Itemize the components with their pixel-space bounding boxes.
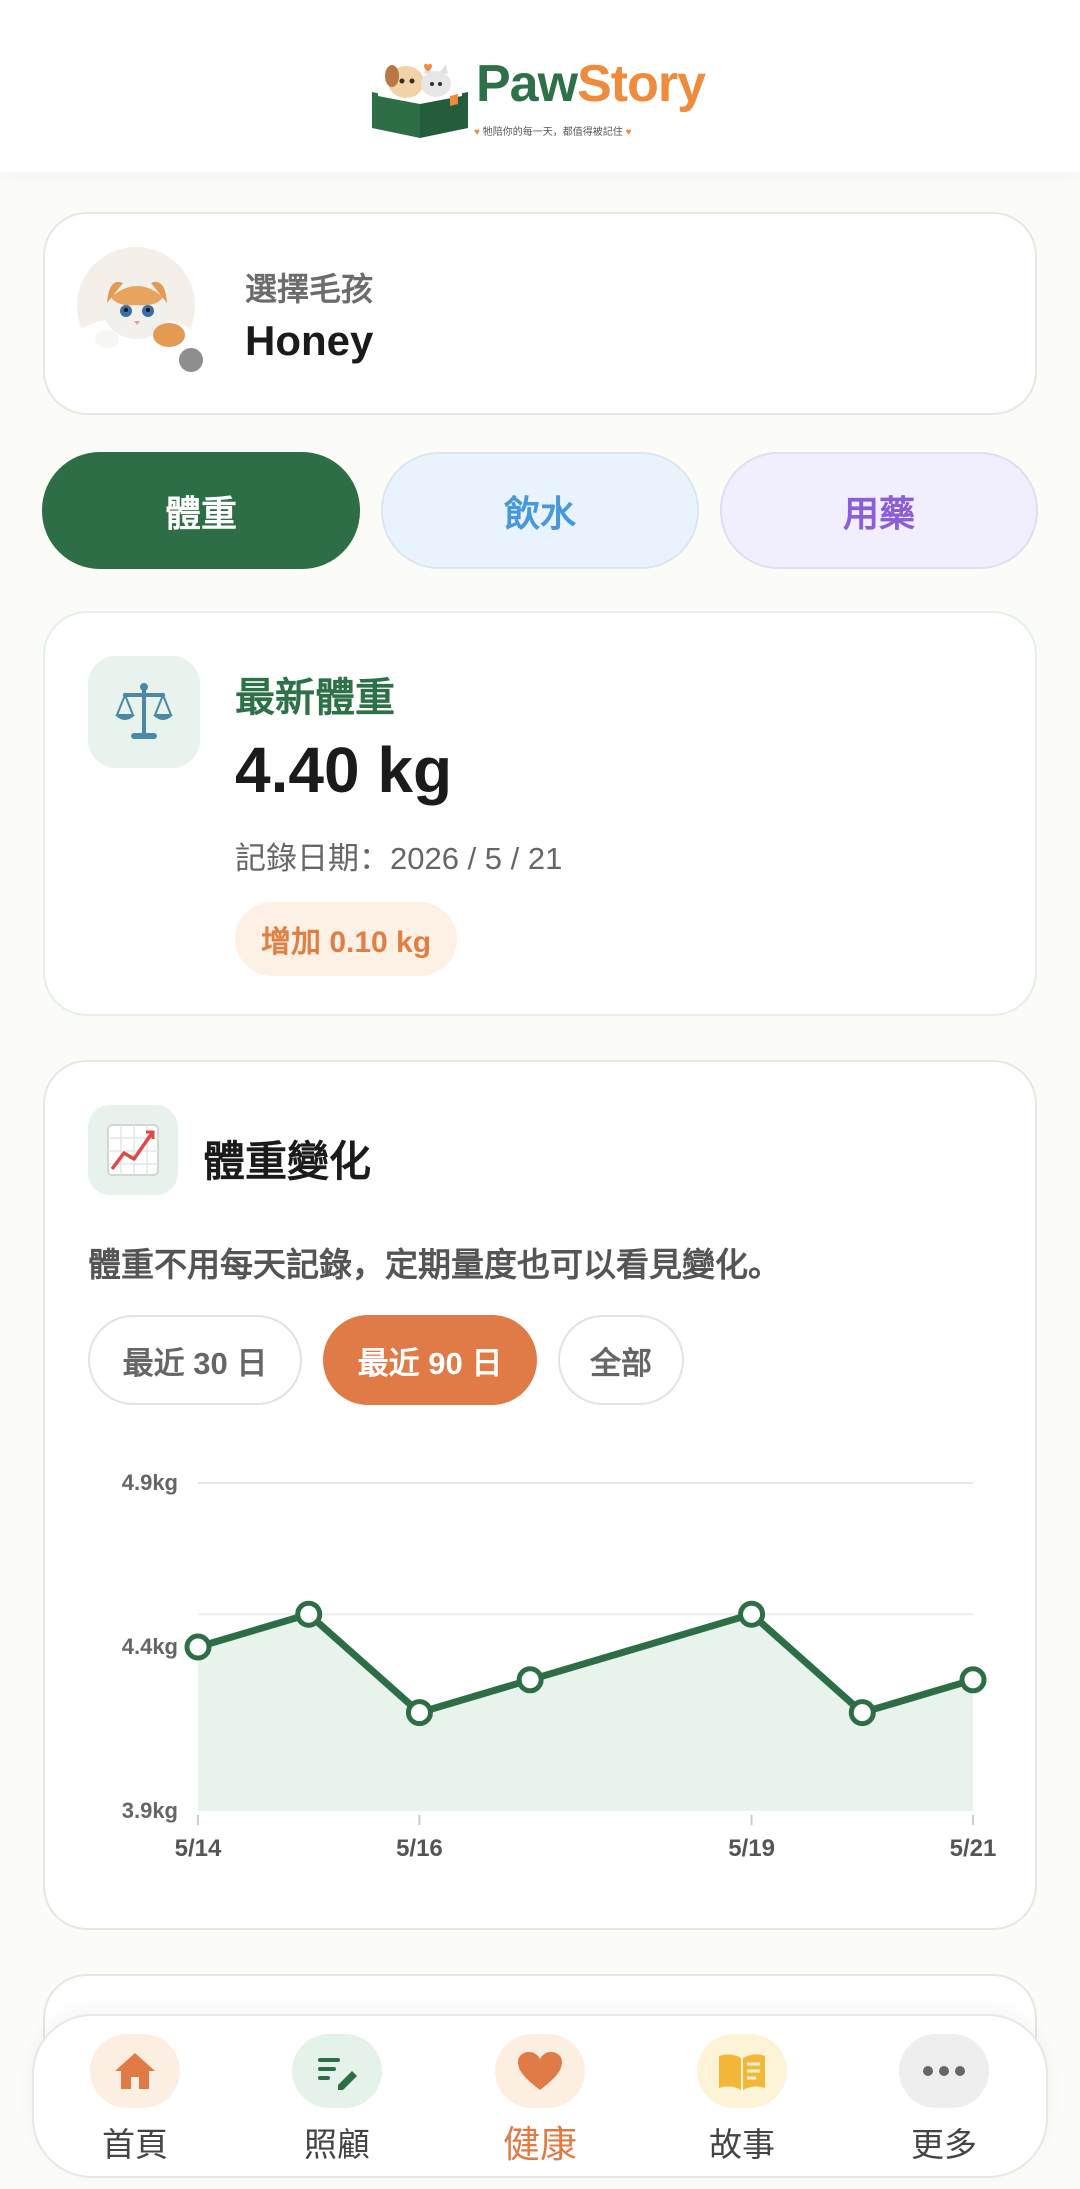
weight-data-point: [184, 1633, 212, 1661]
x-tick-label: 5/14: [175, 1835, 222, 1862]
record-date: 記錄日期：2026 / 5 / 21: [235, 841, 563, 876]
nav-health[interactable]: 健康: [470, 2034, 610, 2168]
nav-more-label: 更多: [911, 2126, 977, 2163]
weight-data-point: [516, 1666, 544, 1694]
heart-icon: [495, 2034, 585, 2108]
tab-weight[interactable]: 體重: [42, 452, 360, 569]
nav-health-label: 健康: [503, 2124, 577, 2165]
scale-icon: [88, 656, 200, 768]
weight-chart-card: 體重變化 體重不用每天記錄，定期量度也可以看見變化。 最近 30 日 最近 90…: [43, 1060, 1037, 1930]
nav-more[interactable]: 更多: [874, 2034, 1014, 2166]
home-icon: [90, 2034, 180, 2108]
nav-care-label: 照顧: [304, 2126, 370, 2163]
latest-weight-value: 4.40 kg: [235, 734, 453, 806]
y-tick-label: 4.9kg: [122, 1470, 178, 1495]
weight-data-point: [959, 1666, 987, 1694]
weight-data-point: [848, 1699, 876, 1727]
latest-weight-label: 最新體重: [235, 676, 395, 720]
x-tick-label: 5/19: [728, 1835, 775, 1862]
bottom-navigation: 首頁 照顧 健康 故事 更多: [32, 2014, 1048, 2178]
weight-data-point: [295, 1600, 323, 1628]
pet-select-label: 選擇毛孩: [245, 271, 374, 307]
more-icon: [899, 2034, 989, 2108]
care-edit-icon: [292, 2034, 382, 2108]
weight-change-badge: 增加 0.10 kg: [235, 902, 458, 976]
nav-story-label: 故事: [709, 2126, 775, 2163]
book-pets-logo-icon: [372, 63, 468, 138]
nav-home[interactable]: 首頁: [65, 2034, 205, 2166]
nav-story[interactable]: 故事: [672, 2034, 812, 2166]
book-icon: [697, 2034, 787, 2108]
x-tick-label: 5/21: [950, 1835, 997, 1862]
brand-wordmark: PawStory: [476, 55, 706, 113]
pet-avatar: [77, 247, 195, 365]
y-tick-label: 3.9kg: [122, 1798, 178, 1823]
pet-name: Honey: [245, 317, 374, 364]
weight-line-chart: 4.9kg 4.4kg 3.9kg 5/14 5/16 5/19 5/21: [122, 1470, 997, 1862]
tab-water[interactable]: 飲水: [381, 452, 699, 569]
pet-status-dot: [175, 344, 207, 376]
y-tick-label: 4.4kg: [122, 1634, 178, 1659]
weight-data-point: [405, 1699, 433, 1727]
weight-data-point: [738, 1600, 766, 1628]
nav-care[interactable]: 照顧: [267, 2034, 407, 2166]
app-header: PawStory ♥ 牠陪你的每一天，都值得被記住 ♥: [0, 0, 1080, 172]
pawstory-logo[interactable]: PawStory ♥ 牠陪你的每一天，都值得被記住 ♥: [366, 52, 716, 142]
tab-medication[interactable]: 用藥: [720, 452, 1038, 569]
brand-tagline: ♥ 牠陪你的每一天，都值得被記住 ♥: [474, 127, 632, 138]
x-tick-label: 5/16: [396, 1835, 443, 1862]
latest-weight-card: 最新體重 4.40 kg 記錄日期：2026 / 5 / 21 增加 0.10 …: [43, 611, 1037, 1016]
nav-home-label: 首頁: [102, 2126, 168, 2163]
pet-selector-card[interactable]: 選擇毛孩 Honey: [43, 212, 1037, 415]
